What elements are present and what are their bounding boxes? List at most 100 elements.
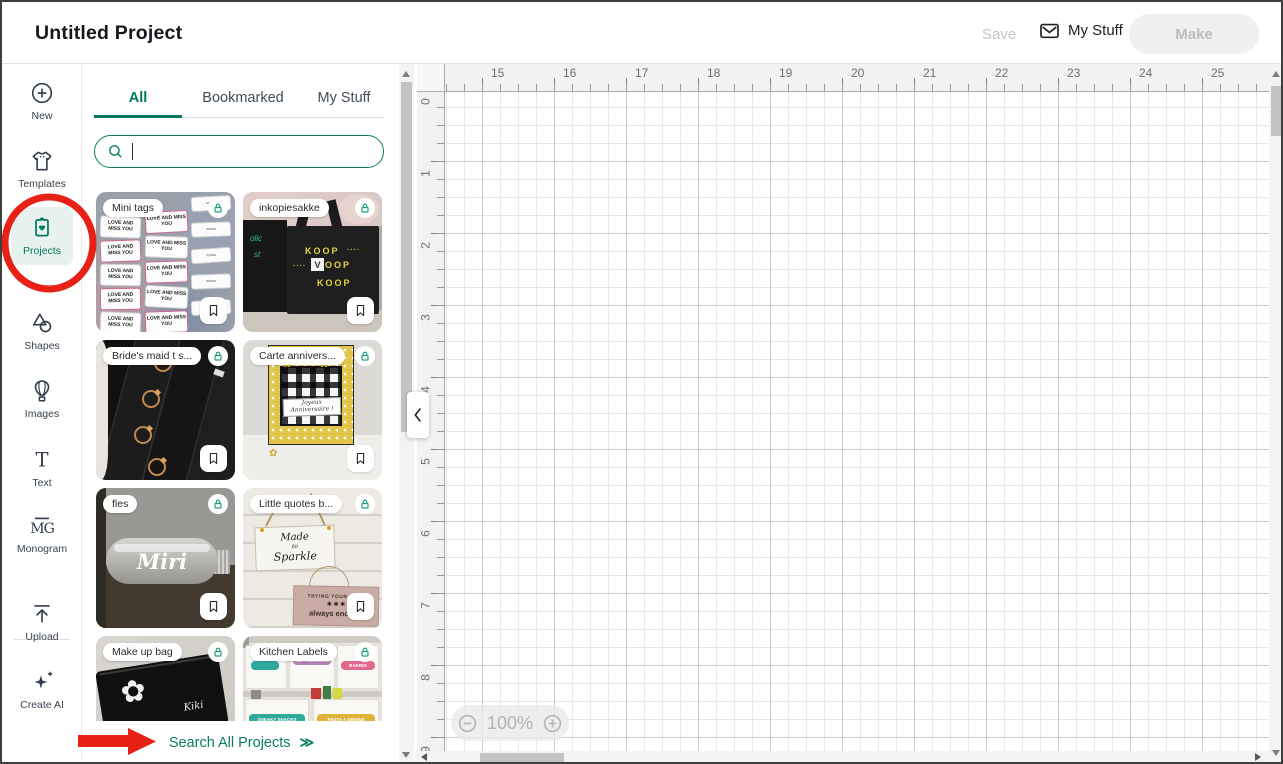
sidebar-item-monogram[interactable]: MG Monogram (11, 513, 73, 555)
project-card-title: fles (103, 495, 137, 513)
sidebar-label: Monogram (17, 543, 67, 555)
tag-text: LOVE AND MISS YOU (146, 290, 188, 304)
search-icon (107, 143, 124, 160)
thumb-tag: LOVE AND MISS YOU (100, 239, 142, 262)
project-card-title: inkopiesakke (250, 199, 329, 217)
thumb-tag: LOVE AND MISS YOU (100, 311, 142, 332)
bookmark-button[interactable] (200, 593, 227, 620)
upload-icon (29, 601, 55, 627)
sidebar-item-shapes[interactable]: Shapes (11, 310, 73, 352)
save-button[interactable]: Save (982, 26, 1016, 43)
project-card[interactable]: ✿ ✿ ✿ Joyeux Anniversaire ! ✿ Carte anni… (243, 340, 382, 480)
bookmark-button[interactable] (200, 297, 227, 324)
sidebar-item-create-ai[interactable]: Create AI (11, 669, 73, 711)
lock-icon (212, 646, 224, 658)
tab-bookmarked[interactable]: Bookmarked (182, 82, 304, 118)
bookmark-button[interactable] (347, 593, 374, 620)
design-canvas-grid[interactable] (445, 92, 1269, 751)
ruler-label: 0 (419, 92, 434, 112)
scroll-up-arrow[interactable] (402, 71, 410, 77)
zoom-in-icon[interactable] (542, 713, 563, 734)
sparkle-icon (29, 669, 55, 695)
lock-icon (212, 498, 224, 510)
sidebar-item-projects[interactable]: Projects (11, 207, 73, 265)
decor: Miri (106, 538, 218, 584)
script-squiggle: ≈≈≈ (206, 278, 216, 284)
project-card[interactable]: olic st KOOP ···· ···· V OOP KOOP inkopi… (243, 192, 382, 332)
bookmark-icon (353, 303, 368, 318)
sidebar-item-upload[interactable]: Upload (11, 601, 73, 643)
bookmark-button[interactable] (200, 445, 227, 472)
project-card-title: Make up bag (103, 643, 182, 661)
access-lock-badge (355, 494, 375, 514)
decor: Made to Sparkle (254, 525, 335, 572)
script-squiggle: ≈≈≈ (206, 226, 216, 232)
sidebar-item-new[interactable]: New (11, 80, 73, 122)
thumb-text: Anniversaire ! (290, 406, 333, 415)
sidebar-label: Images (25, 408, 59, 420)
my-stuff-button[interactable]: My Stuff (1039, 22, 1123, 39)
scroll-down-arrow[interactable] (1272, 750, 1280, 756)
lock-icon (359, 350, 371, 362)
decor (213, 368, 224, 377)
bookmark-icon (353, 451, 368, 466)
ruler-label: 15 (491, 66, 504, 80)
ruler-label: 23 (1067, 66, 1080, 80)
bookmark-icon (206, 451, 221, 466)
search-input[interactable] (133, 140, 353, 164)
tshirt-icon (29, 148, 55, 174)
svg-text:MG: MG (30, 521, 54, 537)
double-chevron-icon[interactable]: ≫ (300, 734, 314, 751)
scroll-down-arrow[interactable] (402, 752, 410, 758)
decor (134, 426, 152, 444)
access-lock-badge (208, 494, 228, 514)
search-all-projects-link[interactable]: Search All Projects (169, 735, 291, 751)
collapse-panel-button[interactable] (407, 392, 429, 438)
sidebar-item-text[interactable]: T Text (11, 447, 73, 489)
thumb-text: ···· (293, 263, 306, 270)
scrollbar-thumb[interactable] (1271, 86, 1281, 136)
project-card-title: Kitchen Labels (250, 643, 337, 661)
bookmark-button[interactable] (347, 297, 374, 324)
sidebar-item-images[interactable]: Images (11, 378, 73, 420)
zoom-out-icon[interactable] (457, 713, 478, 734)
canvas-vertical-scrollbar[interactable] (1269, 64, 1283, 764)
project-card[interactable]: Bride's maid t s... (96, 340, 235, 480)
lock-icon (359, 498, 371, 510)
scroll-up-arrow[interactable] (1272, 71, 1280, 77)
scroll-left-arrow[interactable] (421, 753, 427, 761)
ruler-label: 7 (419, 596, 434, 616)
decor (327, 526, 331, 530)
thumb-text: OOP (325, 260, 351, 270)
project-card-title: Little quotes b... (250, 495, 342, 513)
scroll-right-arrow[interactable] (1255, 753, 1261, 761)
canvas-horizontal-scrollbar[interactable] (415, 751, 1269, 764)
hot-air-balloon-icon (29, 378, 55, 404)
lock-icon (359, 646, 371, 658)
tab-all[interactable]: All (94, 82, 182, 118)
thumb-tag: ≈≈≈ (191, 221, 231, 237)
thumb-label: BAKING (341, 661, 375, 670)
project-card[interactable]: Miri fles (96, 488, 235, 628)
make-button[interactable]: Make (1129, 14, 1259, 54)
search-box[interactable] (94, 135, 384, 168)
tag-text: LOVE AND MISS YOU (146, 266, 187, 279)
sidebar-item-templates[interactable]: Templates (11, 148, 73, 190)
thumb-text: KOOP (305, 246, 340, 256)
decor (251, 690, 261, 699)
project-card[interactable]: Made to Sparkle TRYING YOUR BEST ✱ ✱ ✱ a… (243, 488, 382, 628)
scrollbar-thumb[interactable] (480, 753, 564, 762)
thumb-label (251, 661, 279, 670)
access-lock-badge (355, 642, 375, 662)
tab-my-stuff[interactable]: My Stuff (304, 82, 384, 118)
project-card[interactable]: ≈≈≈ ≈≈≈ ≈≈≈ ≈≈≈ ≈≈≈ LOVE AND MISS YOU LO… (96, 192, 235, 332)
bookmark-button[interactable] (347, 445, 374, 472)
ruler-label: 24 (1139, 66, 1152, 80)
panel-scrollbar-thumb[interactable] (401, 82, 412, 432)
project-title[interactable]: Untitled Project (35, 22, 182, 45)
script-squiggle: ≈≈≈ (206, 252, 216, 259)
decor (280, 366, 342, 426)
thumb-tag: LOVE AND MISS YOU (144, 285, 188, 309)
decor (142, 390, 160, 408)
sidebar-label: Create AI (20, 699, 64, 711)
